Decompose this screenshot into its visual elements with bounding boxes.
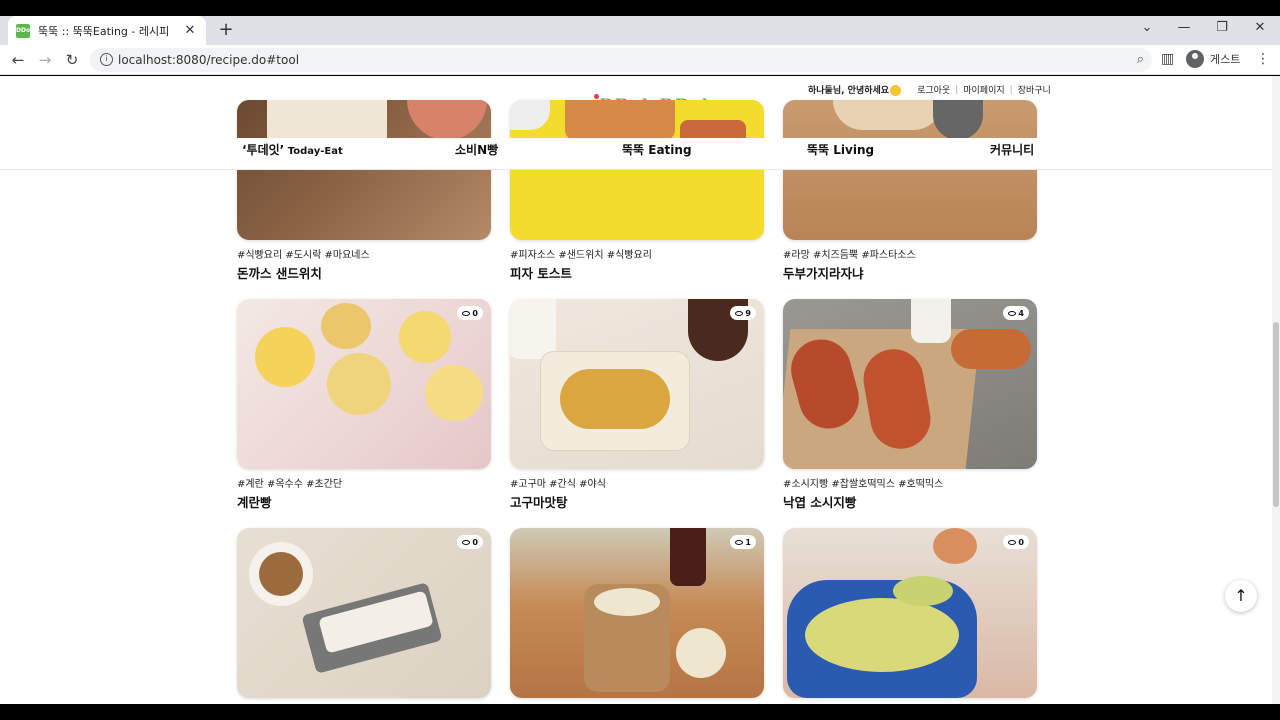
forward-icon[interactable]: → bbox=[35, 51, 55, 69]
page-content: DDok DDok 하나둘님, 안녕하세요 로그아웃 | 마이페이지 | 장바구… bbox=[0, 76, 1272, 704]
tab-strip: DDok 뚝뚝 :: 뚝뚝Eating - 레시피 ✕ + ⌄ — ❐ ✕ bbox=[0, 16, 1280, 45]
side-panel-icon[interactable]: ▥ bbox=[1161, 51, 1174, 67]
recipe-title[interactable]: 피자 토스트 bbox=[510, 263, 764, 282]
nav-item-ddok-living[interactable]: 뚝뚝 Living bbox=[807, 141, 874, 158]
recipe-tags: #고구마 #간식 #야식 bbox=[510, 479, 606, 490]
restore-icon[interactable]: ❐ bbox=[1211, 20, 1233, 35]
recipe-tags: #계란 #옥수수 #초간단 bbox=[237, 479, 343, 490]
cart-link[interactable]: 장바구니 bbox=[1018, 83, 1051, 96]
window-close-icon[interactable]: ✕ bbox=[1249, 20, 1271, 35]
recipe-tags: #소시지빵 #찹쌀호떡믹스 #호떡믹스 bbox=[783, 479, 944, 490]
avatar-icon bbox=[1186, 50, 1204, 68]
browser-window: DDok 뚝뚝 :: 뚝뚝Eating - 레시피 ✕ + ⌄ — ❐ ✕ ← … bbox=[0, 0, 1280, 720]
recipe-card[interactable]: 0 #계란 #옥수수 #초간단 계란빵 bbox=[237, 299, 491, 511]
view-count-badge: 0 bbox=[457, 306, 483, 320]
recipe-tags: #식빵요리 #도시락 #마요네스 bbox=[237, 250, 370, 261]
main-nav: ‘투데잇’ Today-Eat 소비N빵 뚝뚝 Eating 뚝뚝 Living… bbox=[0, 138, 1272, 170]
recipe-image[interactable] bbox=[510, 100, 764, 240]
nav-item-ddok-eating[interactable]: 뚝뚝 Eating bbox=[622, 141, 692, 158]
nav-item-community[interactable]: 커뮤니티 bbox=[990, 141, 1034, 158]
greeting-text: 하나둘님, 안녕하세요 bbox=[808, 83, 902, 96]
address-bar[interactable]: i localhost:8080/recipe.do#tool ⌕ bbox=[90, 48, 1152, 72]
tab-title: 뚝뚝 :: 뚝뚝Eating - 레시피 bbox=[38, 24, 170, 38]
recipe-image[interactable] bbox=[783, 100, 1037, 240]
recipe-tags: #라망 #치즈듬뿍 #파스타소스 bbox=[783, 250, 916, 261]
recipe-card[interactable]: 9 #고구마 #간식 #야식 고구마맛탕 bbox=[510, 299, 764, 511]
browser-toolbar: ← → ↻ i localhost:8080/recipe.do#tool ⌕ … bbox=[0, 45, 1280, 75]
scrollbar-thumb[interactable] bbox=[1273, 322, 1279, 507]
url-text[interactable]: localhost:8080/recipe.do#tool bbox=[118, 53, 299, 67]
recipe-image[interactable]: 1 bbox=[510, 528, 764, 698]
user-bar: 하나둘님, 안녕하세요 로그아웃 | 마이페이지 | 장바구니 bbox=[808, 83, 1051, 96]
eye-icon bbox=[462, 310, 471, 316]
minimize-icon[interactable]: — bbox=[1173, 20, 1195, 35]
recipe-image[interactable]: 4 bbox=[783, 299, 1037, 469]
zoom-icon[interactable]: ⌕ bbox=[1137, 52, 1144, 67]
recipe-image[interactable]: 0 bbox=[783, 528, 1037, 698]
view-count-badge: 9 bbox=[730, 306, 756, 320]
eye-icon bbox=[735, 310, 744, 316]
recipe-title[interactable]: 두부가지라자냐 bbox=[783, 263, 1037, 282]
site-info-icon[interactable]: i bbox=[100, 53, 113, 66]
menu-icon[interactable]: ⋮ bbox=[1256, 51, 1270, 67]
new-tab-icon[interactable]: + bbox=[216, 19, 236, 40]
recipe-image[interactable] bbox=[237, 100, 491, 240]
back-icon[interactable]: ← bbox=[8, 51, 28, 69]
tab-search-icon[interactable]: ⌄ bbox=[1136, 20, 1158, 35]
smile-icon bbox=[890, 85, 902, 96]
view-count-badge: 0 bbox=[457, 535, 483, 549]
favicon-icon: DDok bbox=[16, 23, 34, 38]
close-icon[interactable]: ✕ bbox=[182, 23, 198, 38]
recipe-card[interactable]: 1 bbox=[510, 528, 764, 698]
scroll-to-top-button[interactable]: ↑ bbox=[1225, 580, 1257, 612]
profile-label: 게스트 bbox=[1210, 53, 1241, 66]
recipe-card[interactable]: #피자소스 #샌드위치 #식빵요리 피자 토스트 bbox=[510, 100, 764, 282]
recipe-card[interactable]: 0 bbox=[783, 528, 1037, 698]
view-count-badge: 0 bbox=[1003, 535, 1029, 549]
recipe-card[interactable]: 0 bbox=[237, 528, 491, 698]
view-count-badge: 1 bbox=[730, 535, 756, 549]
recipe-image[interactable]: 9 bbox=[510, 299, 764, 469]
eye-icon bbox=[735, 539, 744, 545]
page-scrollbar[interactable] bbox=[1272, 76, 1280, 704]
recipe-image[interactable]: 0 bbox=[237, 299, 491, 469]
recipe-title[interactable]: 계란빵 bbox=[237, 492, 491, 511]
bottom-letterbox bbox=[0, 704, 1280, 720]
recipe-card[interactable]: #라망 #치즈듬뿍 #파스타소스 두부가지라자냐 bbox=[783, 100, 1037, 282]
eye-icon bbox=[1008, 539, 1017, 545]
nav-item-today-eat[interactable]: ‘투데잇’ Today-Eat bbox=[242, 141, 343, 158]
mypage-link[interactable]: 마이페이지 bbox=[963, 83, 1004, 96]
nav-item-sobi-n-bbang[interactable]: 소비N빵 bbox=[455, 141, 498, 158]
profile-button[interactable]: 게스트 bbox=[1186, 50, 1240, 68]
reload-icon[interactable]: ↻ bbox=[62, 51, 82, 69]
recipe-title[interactable]: 돈까스 샌드위치 bbox=[237, 263, 491, 282]
recipe-title[interactable]: 고구마맛탕 bbox=[510, 492, 764, 511]
recipe-card[interactable]: 4 #소시지빵 #찹쌀호떡믹스 #호떡믹스 낙엽 소시지빵 bbox=[783, 299, 1037, 511]
recipe-title[interactable]: 낙엽 소시지빵 bbox=[783, 492, 1037, 511]
logout-link[interactable]: 로그아웃 bbox=[917, 83, 950, 96]
recipe-card[interactable]: #식빵요리 #도시락 #마요네스 돈까스 샌드위치 bbox=[237, 100, 491, 282]
browser-tab[interactable]: DDok 뚝뚝 :: 뚝뚝Eating - 레시피 ✕ bbox=[8, 16, 206, 45]
recipe-image[interactable]: 0 bbox=[237, 528, 491, 698]
view-count-badge: 4 bbox=[1003, 306, 1029, 320]
eye-icon bbox=[462, 539, 471, 545]
eye-icon bbox=[1008, 310, 1017, 316]
recipe-tags: #피자소스 #샌드위치 #식빵요리 bbox=[510, 250, 652, 261]
